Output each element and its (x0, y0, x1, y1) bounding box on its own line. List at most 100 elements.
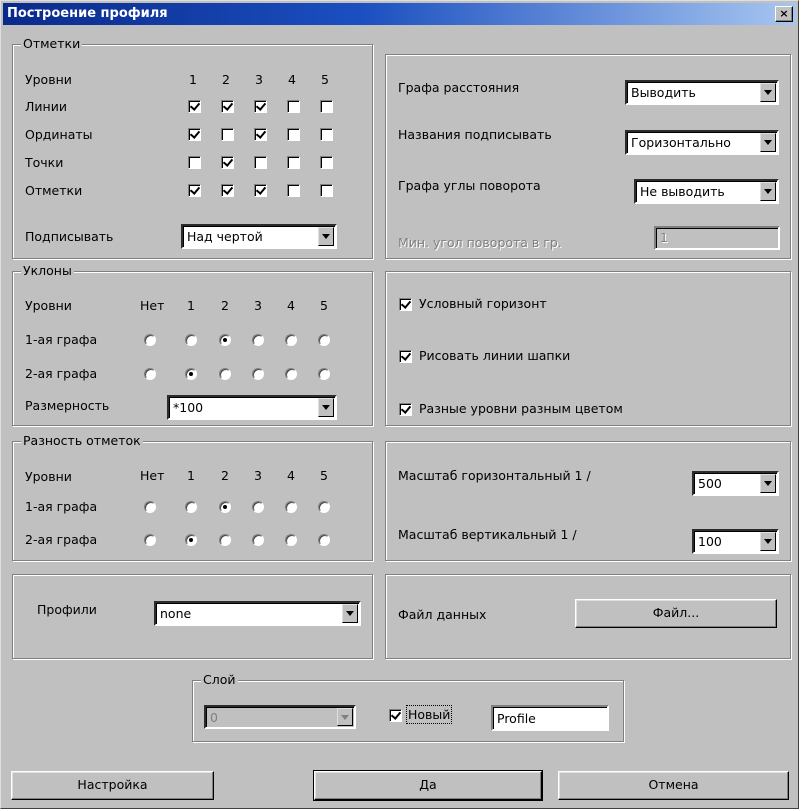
diff-radio-option[interactable] (185, 501, 197, 513)
marks-checkbox-level-4[interactable] (287, 100, 300, 113)
marks-checkbox-level-1[interactable] (188, 128, 201, 141)
marks-checkbox-level-3[interactable] (254, 156, 267, 169)
chevron-down-icon[interactable] (760, 133, 776, 152)
dimension-label: Размерность (25, 398, 110, 413)
names-select[interactable]: Горизонтально (625, 130, 779, 155)
slopes-radio-option[interactable] (144, 334, 156, 346)
marks-checkbox-level-5[interactable] (320, 100, 333, 113)
horizontal-scale-select[interactable]: 500 (692, 471, 779, 496)
diff-radio-option[interactable] (318, 534, 330, 546)
level-number-2: 2 (222, 72, 230, 87)
ok-button[interactable]: Да (313, 770, 543, 801)
vertical-scale-label: Масштаб вертикальный 1 / (398, 527, 577, 542)
marks-checkbox-level-3[interactable] (254, 100, 267, 113)
option-checkbox[interactable] (399, 350, 412, 363)
marks-row-label: Ординаты (25, 127, 93, 142)
marks-checkbox-level-5[interactable] (320, 184, 333, 197)
option-checkbox[interactable] (399, 298, 412, 311)
title-bar[interactable]: Построение профиля × (3, 3, 796, 25)
slopes-radio-option[interactable] (219, 334, 231, 346)
slopes-radio-option[interactable] (318, 368, 330, 380)
chevron-down-icon[interactable] (342, 604, 358, 623)
slopes-row-label: 2-ая графа (25, 366, 98, 381)
chevron-down-icon[interactable] (337, 708, 353, 726)
option-label: Разные уровни разным цветом (419, 401, 623, 416)
slopes-radio-option[interactable] (285, 334, 297, 346)
window-title: Построение профиля (7, 6, 168, 21)
chevron-down-icon[interactable] (760, 532, 776, 551)
cancel-button[interactable]: Отмена (558, 771, 789, 800)
marks-checkbox-level-5[interactable] (320, 128, 333, 141)
vertical-scale-select[interactable]: 100 (692, 529, 779, 554)
slopes-radio-option[interactable] (219, 368, 231, 380)
marks-checkbox-level-3[interactable] (254, 128, 267, 141)
diff-radio-option[interactable] (185, 534, 197, 546)
slopes-column-header: Нет (140, 298, 165, 313)
angles-select[interactable]: Не выводить (634, 179, 779, 204)
angles-select-value: Не выводить (640, 184, 725, 199)
slopes-radio-option[interactable] (252, 334, 264, 346)
marks-checkbox-level-1[interactable] (188, 100, 201, 113)
slopes-column-header: 4 (287, 298, 295, 313)
layer-legend: Слой (201, 672, 238, 687)
new-layer-checkbox[interactable] (389, 709, 402, 722)
diff-group: Разность отметок Уровни Нет 1 2 3 4 5 1-ая гр… (12, 433, 373, 561)
marks-checkbox-level-5[interactable] (320, 156, 333, 169)
layer-select[interactable]: 0 (204, 705, 356, 729)
marks-checkbox-level-1[interactable] (188, 156, 201, 169)
chevron-down-icon[interactable] (318, 227, 334, 246)
diff-column-header: 1 (187, 468, 195, 483)
diff-radio-option[interactable] (285, 501, 297, 513)
slopes-radio-option[interactable] (185, 368, 197, 380)
marks-checkbox-level-1[interactable] (188, 184, 201, 197)
distance-select[interactable]: Выводить (625, 80, 779, 105)
diff-radio-option[interactable] (252, 534, 264, 546)
diff-row-label: 2-ая графа (25, 532, 98, 547)
diff-radio-option[interactable] (285, 534, 297, 546)
marks-checkbox-level-4[interactable] (287, 156, 300, 169)
slopes-radio-option[interactable] (144, 368, 156, 380)
horizontal-scale-label: Масштаб горизонтальный 1 / (398, 468, 591, 483)
slopes-column-header: 1 (187, 298, 195, 313)
sign-select[interactable]: Над чертой (181, 224, 337, 249)
dimension-select[interactable]: *100 (167, 395, 337, 420)
marks-checkbox-level-3[interactable] (254, 184, 267, 197)
diff-radio-option[interactable] (252, 501, 264, 513)
diff-column-header: 4 (287, 468, 295, 483)
layer-name-input[interactable]: Profile (491, 705, 609, 731)
profile-dialog: Построение профиля × Отметки Уровни 1 2 … (0, 0, 799, 809)
diff-radio-option[interactable] (144, 501, 156, 513)
slopes-radio-option[interactable] (252, 368, 264, 380)
profiles-select[interactable]: none (154, 601, 361, 626)
marks-legend: Отметки (21, 36, 83, 51)
diff-radio-option[interactable] (144, 534, 156, 546)
names-label: Названия подписывать (398, 127, 552, 142)
marks-checkbox-level-2[interactable] (221, 156, 234, 169)
sign-label: Подписывать (25, 229, 114, 244)
chevron-down-icon[interactable] (760, 474, 776, 493)
chevron-down-icon[interactable] (760, 182, 776, 201)
marks-checkbox-level-2[interactable] (221, 100, 234, 113)
options-group: Условный горизонт Рисовать линии шапки Раз… (385, 271, 791, 426)
slopes-radio-option[interactable] (285, 368, 297, 380)
chevron-down-icon[interactable] (760, 83, 776, 102)
diff-radio-option[interactable] (219, 534, 231, 546)
option-checkbox[interactable] (399, 403, 412, 416)
diff-radio-option[interactable] (318, 501, 330, 513)
settings-button[interactable]: Настройка (11, 771, 214, 800)
marks-checkbox-level-2[interactable] (221, 184, 234, 197)
min-angle-input[interactable]: 1 (654, 226, 780, 250)
diff-radio-option[interactable] (219, 501, 231, 513)
marks-checkbox-level-4[interactable] (287, 184, 300, 197)
slopes-radio-option[interactable] (185, 334, 197, 346)
close-icon[interactable]: × (775, 6, 793, 22)
chevron-down-icon[interactable] (318, 398, 334, 417)
marks-checkbox-level-4[interactable] (287, 128, 300, 141)
datafile-button[interactable]: Файл... (575, 599, 777, 628)
marks-group: Отметки Уровни 1 2 3 4 5 Линии Ординаты То… (12, 36, 373, 259)
marks-checkbox-level-2[interactable] (221, 128, 234, 141)
slopes-column-header: 2 (221, 298, 229, 313)
names-select-value: Горизонтально (631, 135, 731, 150)
scale-group: Масштаб горизонтальный 1 / 500 Масштаб в… (385, 441, 791, 561)
slopes-radio-option[interactable] (318, 334, 330, 346)
